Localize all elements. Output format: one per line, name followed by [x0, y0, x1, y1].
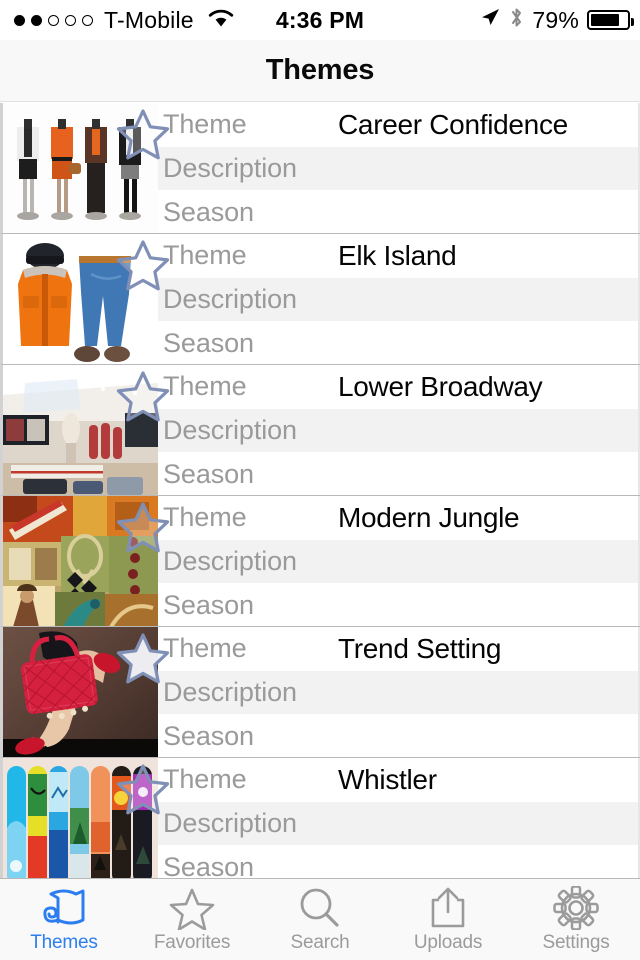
- description-field-row: Description: [158, 146, 640, 191]
- season-field-row: Season: [158, 714, 640, 757]
- theme-value: Career Confidence: [338, 108, 568, 140]
- location-arrow-icon: [479, 6, 501, 34]
- themes-list[interactable]: Theme Career Confidence Description Seas…: [0, 103, 640, 878]
- theme-label: Theme: [163, 109, 247, 140]
- favorite-star-icon[interactable]: [115, 500, 171, 554]
- theme-list-item[interactable]: Theme Elk Island Description Season: [0, 234, 640, 365]
- app-root: T-Mobile 4:36 PM 79% Themes Theme Career…: [0, 0, 640, 960]
- battery-percent-label: 79%: [532, 6, 579, 33]
- theme-value: Elk Island: [338, 239, 457, 271]
- tab-uploads[interactable]: Uploads: [384, 879, 512, 960]
- theme-field-row: Theme Lower Broadway: [158, 365, 640, 409]
- tab-label: Search: [290, 932, 350, 953]
- favorite-star-icon[interactable]: [115, 369, 171, 423]
- season-field-row: Season: [158, 321, 640, 364]
- status-bar-right: 79%: [479, 6, 634, 35]
- page-title: Themes: [265, 54, 375, 86]
- theme-field-row: Theme Career Confidence: [158, 103, 640, 147]
- theme-list-item[interactable]: Theme Whistler Description Season: [0, 758, 640, 878]
- status-bar: T-Mobile 4:36 PM 79%: [0, 0, 640, 40]
- magnifier-icon: [297, 886, 343, 930]
- theme-label: Theme: [163, 371, 247, 402]
- season-label: Season: [163, 196, 254, 227]
- theme-fields: Theme Trend Setting Description Season: [158, 627, 640, 757]
- theme-fields: Theme Modern Jungle Description Season: [158, 496, 640, 626]
- fabric-roll-icon: [38, 886, 90, 930]
- star-outline-icon: [168, 886, 216, 930]
- theme-value: Modern Jungle: [338, 501, 520, 533]
- season-label: Season: [163, 851, 254, 878]
- description-label: Description: [163, 414, 297, 445]
- bluetooth-icon: [509, 6, 524, 35]
- tab-bar: Themes Favorites Search Uploads Settings: [0, 878, 640, 960]
- theme-label: Theme: [163, 240, 247, 271]
- tab-label: Uploads: [413, 932, 483, 953]
- tab-label: Settings: [542, 932, 610, 953]
- description-label: Description: [163, 545, 297, 576]
- description-field-row: Description: [158, 277, 640, 322]
- theme-list-item[interactable]: Theme Career Confidence Description Seas…: [0, 103, 640, 234]
- theme-value: Trend Setting: [338, 632, 502, 664]
- description-label: Description: [163, 807, 297, 838]
- theme-list-item[interactable]: Theme Modern Jungle Description Season: [0, 496, 640, 627]
- theme-field-row: Theme Trend Setting: [158, 627, 640, 671]
- theme-fields: Theme Lower Broadway Description Season: [158, 365, 640, 495]
- upload-share-icon: [427, 886, 469, 930]
- season-label: Season: [163, 589, 254, 620]
- tab-search[interactable]: Search: [256, 879, 384, 960]
- tab-label: Themes: [30, 932, 98, 953]
- season-field-row: Season: [158, 583, 640, 626]
- favorite-star-icon[interactable]: [115, 631, 171, 685]
- season-field-row: Season: [158, 190, 640, 233]
- theme-field-row: Theme Modern Jungle: [158, 496, 640, 540]
- favorite-star-icon[interactable]: [115, 238, 171, 292]
- theme-label: Theme: [163, 502, 247, 533]
- tab-themes[interactable]: Themes: [0, 879, 128, 960]
- gear-icon: [552, 886, 600, 930]
- theme-label: Theme: [163, 633, 247, 664]
- theme-fields: Theme Elk Island Description Season: [158, 234, 640, 364]
- season-label: Season: [163, 327, 254, 358]
- theme-value: Whistler: [338, 763, 437, 795]
- theme-fields: Theme Whistler Description Season: [158, 758, 640, 878]
- theme-field-row: Theme Whistler: [158, 758, 640, 802]
- description-field-row: Description: [158, 408, 640, 453]
- theme-list-item[interactable]: Theme Trend Setting Description Season: [0, 627, 640, 758]
- favorite-star-icon[interactable]: [115, 107, 171, 161]
- season-field-row: Season: [158, 452, 640, 495]
- description-field-row: Description: [158, 539, 640, 584]
- description-label: Description: [163, 152, 297, 183]
- tab-favorites[interactable]: Favorites: [128, 879, 256, 960]
- tab-settings[interactable]: Settings: [512, 879, 640, 960]
- description-label: Description: [163, 676, 297, 707]
- theme-label: Theme: [163, 764, 247, 795]
- theme-list-item[interactable]: Theme Lower Broadway Description Season: [0, 365, 640, 496]
- description-label: Description: [163, 283, 297, 314]
- tab-label: Favorites: [153, 932, 231, 953]
- theme-field-row: Theme Elk Island: [158, 234, 640, 278]
- season-field-row: Season: [158, 845, 640, 878]
- description-field-row: Description: [158, 801, 640, 846]
- theme-fields: Theme Career Confidence Description Seas…: [158, 103, 640, 233]
- description-field-row: Description: [158, 670, 640, 715]
- battery-icon: [587, 10, 634, 30]
- season-label: Season: [163, 458, 254, 489]
- favorite-star-icon[interactable]: [115, 762, 171, 816]
- theme-value: Lower Broadway: [338, 370, 543, 402]
- navigation-bar: Themes: [0, 40, 640, 102]
- season-label: Season: [163, 720, 254, 751]
